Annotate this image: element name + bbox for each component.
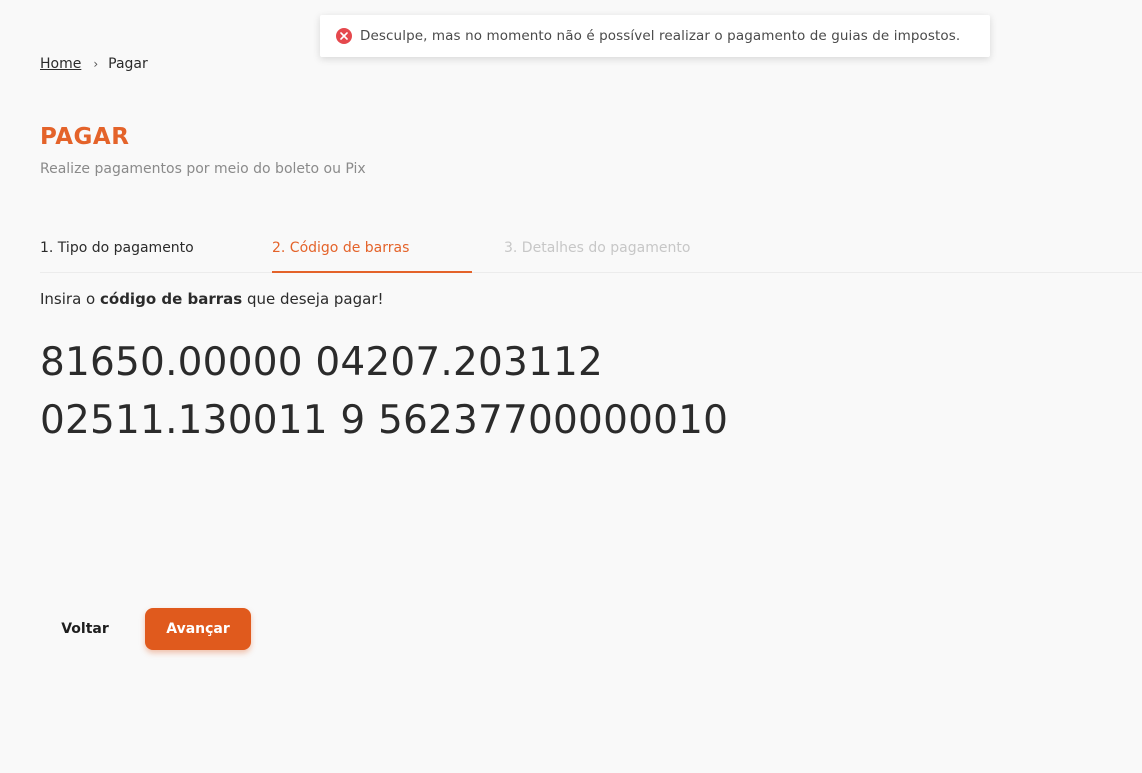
instruction-bold: código de barras bbox=[100, 290, 243, 308]
next-button[interactable]: Avançar bbox=[145, 608, 251, 650]
step-payment-details: 3. Detalhes do pagamento bbox=[504, 240, 691, 256]
page-title: PAGAR bbox=[40, 124, 130, 150]
breadcrumb-home-link[interactable]: Home bbox=[40, 56, 81, 72]
step-barcode[interactable]: 2. Código de barras bbox=[272, 240, 409, 256]
payment-page: Desculpe, mas no momento não é possível … bbox=[0, 0, 1142, 773]
error-circle-icon bbox=[336, 28, 352, 44]
error-toast: Desculpe, mas no momento não é possível … bbox=[320, 15, 990, 57]
step-payment-type[interactable]: 1. Tipo do pagamento bbox=[40, 240, 194, 256]
barcode-input[interactable]: 81650.00000 04207.203112 02511.130011 9 … bbox=[40, 334, 760, 450]
barcode-instruction: Insira o código de barras que deseja pag… bbox=[40, 290, 384, 308]
chevron-right-icon: › bbox=[93, 57, 99, 71]
active-step-indicator bbox=[272, 271, 472, 273]
toast-message: Desculpe, mas no momento não é possível … bbox=[360, 28, 961, 44]
instruction-prefix: Insira o bbox=[40, 290, 100, 308]
page-subtitle: Realize pagamentos por meio do boleto ou… bbox=[40, 161, 366, 177]
breadcrumb-current: Pagar bbox=[108, 56, 148, 72]
back-button[interactable]: Voltar bbox=[40, 608, 130, 650]
breadcrumb: Home › Pagar bbox=[40, 56, 148, 72]
instruction-suffix: que deseja pagar! bbox=[242, 290, 384, 308]
stepper: 1. Tipo do pagamento 2. Código de barras… bbox=[40, 230, 1142, 273]
